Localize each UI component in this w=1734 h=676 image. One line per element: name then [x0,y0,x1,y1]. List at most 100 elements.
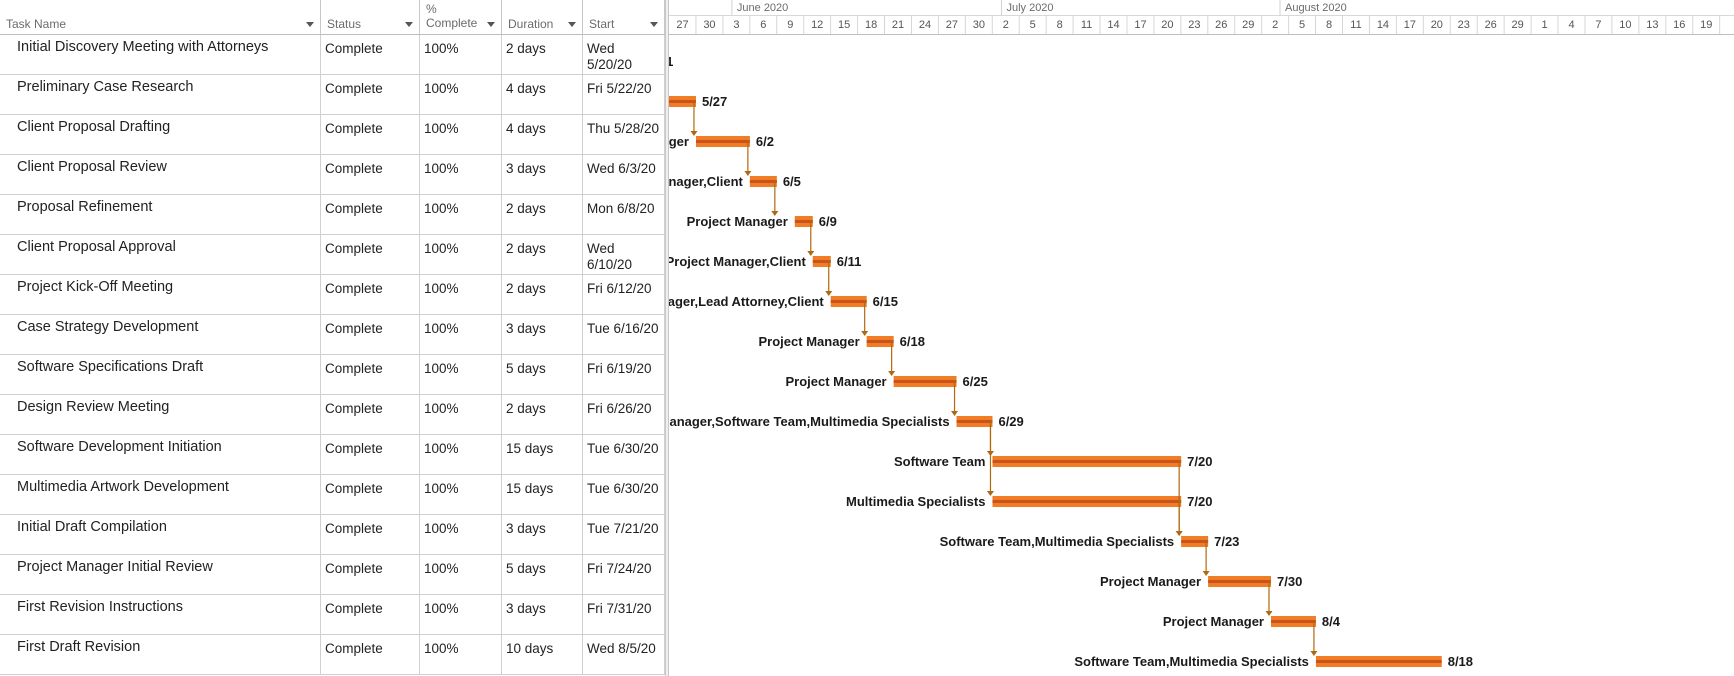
cell-start[interactable]: Wed 8/5/20 [583,635,665,675]
cell-pct[interactable]: 100% [420,195,502,235]
task-row[interactable]: Initial Discovery Meeting with Attorneys… [0,35,665,75]
cell-name[interactable]: Multimedia Artwork Development [0,475,321,515]
cell-name[interactable]: Proposal Refinement [0,195,321,235]
cell-status[interactable]: Complete [321,275,420,315]
cell-status[interactable]: Complete [321,435,420,475]
cell-dur[interactable]: 2 days [502,235,583,275]
cell-name[interactable]: Software Development Initiation [0,435,321,475]
cell-pct[interactable]: 100% [420,515,502,555]
cell-dur[interactable]: 15 days [502,475,583,515]
cell-status[interactable]: Complete [321,115,420,155]
task-row[interactable]: Client Proposal Review Complete 100% 3 days… [0,155,665,195]
cell-start[interactable]: Tue 7/21/20 [583,515,665,555]
cell-dur[interactable]: 3 days [502,515,583,555]
cell-dur[interactable]: 3 days [502,155,583,195]
task-row[interactable]: Proposal Refinement Complete 100% 2 days Mon… [0,195,665,235]
cell-start[interactable]: Tue 6/30/20 [583,435,665,475]
cell-name[interactable]: Initial Draft Compilation [0,515,321,555]
cell-dur[interactable]: 2 days [502,35,583,75]
cell-name[interactable]: First Draft Revision [0,635,321,675]
cell-start[interactable]: Fri 5/22/20 [583,75,665,115]
cell-start[interactable]: Tue 6/16/20 [583,315,665,355]
cell-status[interactable]: Complete [321,475,420,515]
column-header-pct[interactable]: % Complete [420,0,502,35]
cell-pct[interactable]: 100% [420,435,502,475]
cell-start[interactable]: Fri 6/19/20 [583,355,665,395]
cell-name[interactable]: Project Kick-Off Meeting [0,275,321,315]
cell-status[interactable]: Complete [321,315,420,355]
cell-start[interactable]: Fri 7/24/20 [583,555,665,595]
task-row[interactable]: First Draft Revision Complete 100% 10 days W… [0,635,665,675]
task-row[interactable]: Client Proposal Approval Complete 100% 2 da… [0,235,665,275]
cell-name[interactable]: Initial Discovery Meeting with Attorneys [0,35,321,75]
cell-pct[interactable]: 100% [420,395,502,435]
cell-start[interactable]: Fri 6/26/20 [583,395,665,435]
task-row[interactable]: Client Proposal Drafting Complete 100% 4 da… [0,115,665,155]
cell-name[interactable]: Client Proposal Drafting [0,115,321,155]
cell-pct[interactable]: 100% [420,315,502,355]
cell-name[interactable]: Client Proposal Approval [0,235,321,275]
cell-status[interactable]: Complete [321,595,420,635]
cell-name[interactable]: Client Proposal Review [0,155,321,195]
cell-name[interactable]: Case Strategy Development [0,315,321,355]
cell-status[interactable]: Complete [321,155,420,195]
filter-dropdown-icon[interactable] [405,22,413,27]
cell-status[interactable]: Complete [321,75,420,115]
cell-status[interactable]: Complete [321,235,420,275]
cell-dur[interactable]: 3 days [502,595,583,635]
task-row[interactable]: Project Kick-Off Meeting Complete 100% 2 da… [0,275,665,315]
cell-start[interactable]: Wed 6/10/20 [583,235,665,275]
cell-dur[interactable]: 2 days [502,275,583,315]
cell-status[interactable]: Complete [321,635,420,675]
cell-dur[interactable]: 4 days [502,75,583,115]
cell-status[interactable]: Complete [321,395,420,435]
cell-name[interactable]: Software Specifications Draft [0,355,321,395]
cell-dur[interactable]: 10 days [502,635,583,675]
cell-start[interactable]: Wed 5/20/20 [583,35,665,75]
cell-name[interactable]: Project Manager Initial Review [0,555,321,595]
cell-dur[interactable]: 15 days [502,435,583,475]
cell-dur[interactable]: 2 days [502,195,583,235]
cell-pct[interactable]: 100% [420,275,502,315]
task-row[interactable]: Software Specifications Draft Complete 100… [0,355,665,395]
filter-dropdown-icon[interactable] [568,22,576,27]
cell-dur[interactable]: 5 days [502,355,583,395]
cell-pct[interactable]: 100% [420,115,502,155]
filter-dropdown-icon[interactable] [306,22,314,27]
cell-name[interactable]: Preliminary Case Research [0,75,321,115]
cell-start[interactable]: Wed 6/3/20 [583,155,665,195]
cell-pct[interactable]: 100% [420,475,502,515]
cell-status[interactable]: Complete [321,35,420,75]
cell-start[interactable]: Tue 6/30/20 [583,475,665,515]
cell-dur[interactable]: 4 days [502,115,583,155]
cell-pct[interactable]: 100% [420,75,502,115]
task-row[interactable]: Multimedia Artwork Development Complete 10… [0,475,665,515]
cell-start[interactable]: Thu 5/28/20 [583,115,665,155]
cell-pct[interactable]: 100% [420,155,502,195]
filter-dropdown-icon[interactable] [487,22,495,27]
cell-name[interactable]: Design Review Meeting [0,395,321,435]
cell-pct[interactable]: 100% [420,355,502,395]
task-row[interactable]: Design Review Meeting Complete 100% 2 days F… [0,395,665,435]
cell-pct[interactable]: 100% [420,35,502,75]
column-header-status[interactable]: Status [321,0,420,35]
cell-name[interactable]: First Revision Instructions [0,595,321,635]
cell-start[interactable]: Fri 7/31/20 [583,595,665,635]
task-row[interactable]: Initial Draft Compilation Complete 100% 3 d… [0,515,665,555]
cell-dur[interactable]: 5 days [502,555,583,595]
column-header-dur[interactable]: Duration [502,0,583,35]
column-header-name[interactable]: Task Name [0,0,321,35]
cell-status[interactable]: Complete [321,555,420,595]
cell-pct[interactable]: 100% [420,555,502,595]
task-row[interactable]: First Revision Instructions Complete 100% 3… [0,595,665,635]
column-header-start[interactable]: Start [583,0,665,35]
cell-pct[interactable]: 100% [420,235,502,275]
cell-pct[interactable]: 100% [420,595,502,635]
cell-status[interactable]: Complete [321,195,420,235]
cell-pct[interactable]: 100% [420,635,502,675]
cell-status[interactable]: Complete [321,355,420,395]
task-row[interactable]: Case Strategy Development Complete 100% 3 d… [0,315,665,355]
cell-start[interactable]: Mon 6/8/20 [583,195,665,235]
task-row[interactable]: Preliminary Case Research Complete 100% 4 d… [0,75,665,115]
cell-dur[interactable]: 2 days [502,395,583,435]
